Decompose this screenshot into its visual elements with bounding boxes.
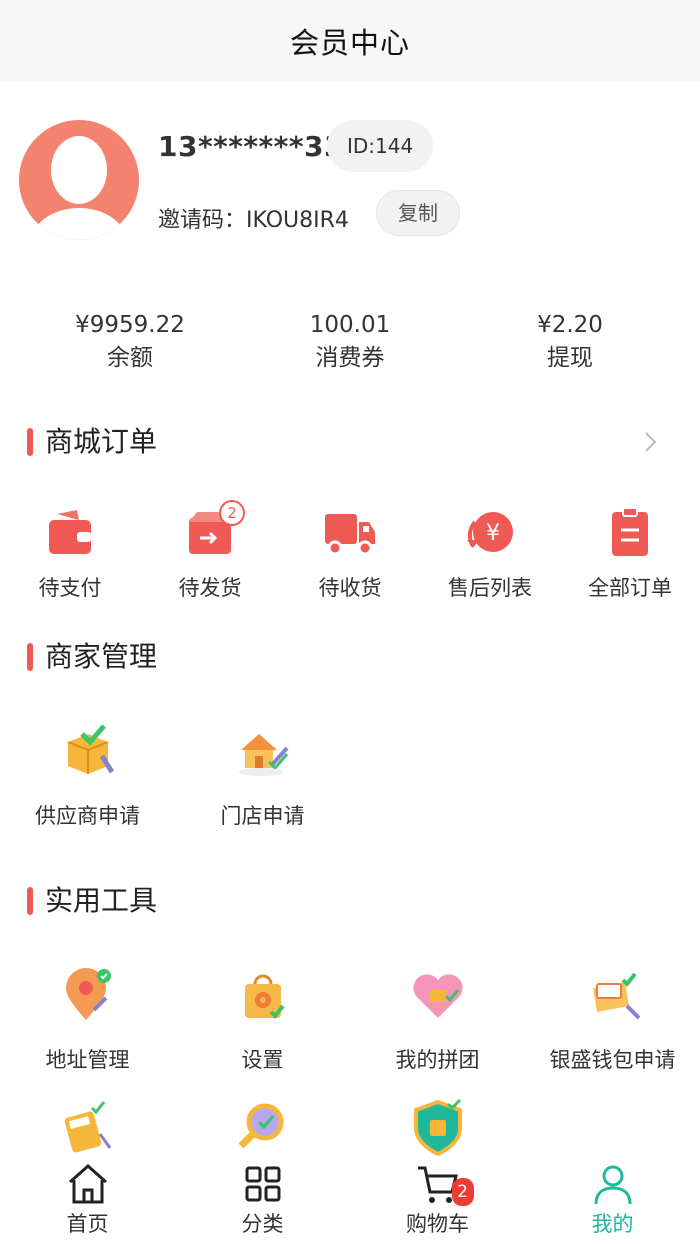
- group-heart-icon: [408, 966, 468, 1026]
- tab-category[interactable]: 分类: [175, 1162, 350, 1238]
- section-marker: [27, 428, 33, 456]
- user-icon: [591, 1162, 635, 1206]
- truck-icon: [323, 508, 377, 556]
- stat-value: 100.01: [309, 312, 391, 338]
- avatar[interactable]: [19, 120, 139, 240]
- tab-label: 购物车: [406, 1212, 469, 1236]
- order-pending-payment[interactable]: 待支付: [0, 508, 140, 602]
- merchant-supplier-apply[interactable]: 供应商申请: [0, 722, 175, 830]
- svg-text:¥: ¥: [486, 521, 500, 546]
- order-status-row: 待支付 2 待发货 待收货 ¥ 售后列表 全部订单: [0, 500, 700, 608]
- invite-code-row: 邀请码：IKOU8IR4: [158, 202, 349, 234]
- order-pending-shipment[interactable]: 2 待发货: [140, 500, 280, 602]
- grid-label: 设置: [241, 1048, 284, 1072]
- tools-section-header: 实用工具: [0, 881, 700, 921]
- merchant-store-apply[interactable]: 门店申请: [175, 722, 350, 830]
- section-marker: [27, 887, 33, 915]
- stat-label: 提现: [547, 345, 593, 371]
- invite-label: 邀请码：: [158, 208, 247, 233]
- user-phone: 13*******33: [158, 130, 344, 163]
- location-pin-icon: [58, 966, 118, 1026]
- stat-balance[interactable]: ¥9959.22 余额: [20, 310, 240, 376]
- stat-coupon[interactable]: 100.01 消费券: [240, 310, 460, 376]
- stat-value: ¥9959.22: [75, 312, 185, 338]
- tab-label: 首页: [66, 1212, 109, 1236]
- order-pending-receipt[interactable]: 待收货: [280, 508, 420, 602]
- stat-label: 消费券: [315, 345, 385, 371]
- cart-icon: 2: [416, 1162, 474, 1206]
- stat-label: 余额: [107, 345, 153, 371]
- tool-address[interactable]: 地址管理: [0, 966, 175, 1074]
- profile-card: 13*******33 ID:144 邀请码：IKOU8IR4 复制: [0, 82, 700, 262]
- tab-label: 我的: [591, 1212, 634, 1236]
- settings-bag-icon: [233, 966, 293, 1026]
- order-label: 全部订单: [588, 576, 672, 600]
- stat-value: ¥2.20: [537, 312, 603, 338]
- clipboard-icon: [603, 507, 657, 556]
- cart-badge: 2: [451, 1178, 474, 1206]
- store-house-icon: [233, 722, 293, 782]
- order-label: 售后列表: [448, 576, 532, 600]
- section-title: 商城订单: [45, 425, 158, 458]
- nav-bar: 会员中心: [0, 0, 700, 82]
- box-ship-icon: 2: [183, 500, 245, 556]
- wallet-icon: [43, 508, 97, 556]
- wallet-card-icon: [583, 966, 643, 1026]
- shield-icon: [408, 1098, 468, 1158]
- grid-label: 门店申请: [220, 804, 305, 828]
- grid-icon: [241, 1162, 285, 1206]
- calculator-icon: [58, 1098, 118, 1158]
- order-label: 待发货: [178, 576, 242, 600]
- order-label: 待收货: [318, 576, 382, 600]
- section-title: 商家管理: [45, 640, 158, 673]
- order-after-sales[interactable]: ¥ 售后列表: [420, 508, 560, 602]
- page-title: 会员中心: [289, 26, 410, 60]
- chevron-right-icon: [645, 432, 657, 452]
- copy-button[interactable]: 复制: [376, 190, 460, 236]
- tool-wallet-apply[interactable]: 银盛钱包申请: [525, 966, 700, 1074]
- account-stats: ¥9959.22 余额 100.01 消费券 ¥2.20 提现: [0, 310, 700, 380]
- user-id-badge: ID:144: [327, 120, 434, 172]
- orders-section-header[interactable]: 商城订单: [0, 422, 700, 462]
- bottom-tab-bar: 首页 分类 2 购物车 我的: [0, 1156, 700, 1244]
- order-all[interactable]: 全部订单: [560, 507, 700, 602]
- grid-label: 银盛钱包申请: [549, 1048, 676, 1072]
- tab-label: 分类: [241, 1212, 284, 1236]
- magnifier-icon: [233, 1098, 293, 1158]
- tab-cart[interactable]: 2 购物车: [350, 1162, 525, 1238]
- invite-code: IKOU8IR4: [246, 208, 349, 233]
- grid-label: 供应商申请: [35, 804, 140, 828]
- section-marker: [27, 643, 33, 671]
- home-icon: [66, 1162, 110, 1206]
- tool-security[interactable]: [350, 1098, 525, 1158]
- tool-calculator[interactable]: [0, 1098, 175, 1158]
- section-title: 实用工具: [45, 884, 158, 917]
- merchant-section-header: 商家管理: [0, 637, 700, 677]
- tool-search[interactable]: [175, 1098, 350, 1158]
- tab-mine[interactable]: 我的: [525, 1162, 700, 1238]
- tab-home[interactable]: 首页: [0, 1162, 175, 1238]
- order-label: 待支付: [38, 576, 102, 600]
- refund-icon: ¥: [463, 508, 517, 556]
- tool-settings[interactable]: 设置: [175, 966, 350, 1074]
- supplier-box-icon: [58, 722, 118, 782]
- tool-group-buy[interactable]: 我的拼团: [350, 966, 525, 1074]
- stat-withdraw[interactable]: ¥2.20 提现: [460, 310, 680, 376]
- grid-label: 地址管理: [45, 1048, 130, 1072]
- order-badge: 2: [219, 500, 245, 526]
- grid-label: 我的拼团: [395, 1048, 480, 1072]
